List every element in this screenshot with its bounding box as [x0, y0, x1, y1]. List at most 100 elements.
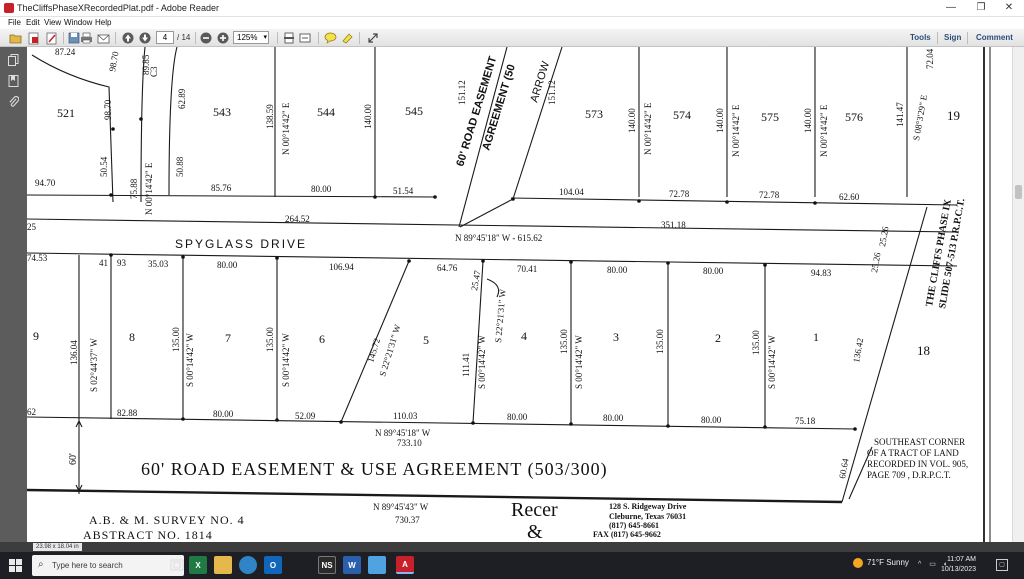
abstract-number: ABSTRACT NO. 1814 [83, 528, 213, 542]
open-icon[interactable] [8, 31, 22, 45]
dimension: 80.00 [507, 412, 528, 422]
previous-page-icon[interactable] [121, 31, 135, 45]
dimension: 111.41 [461, 353, 471, 377]
zoom-select[interactable]: 125% ▾ [233, 31, 269, 44]
fit-page-icon[interactable] [282, 31, 296, 45]
weather-widget[interactable]: 71°F Sunny [853, 558, 909, 568]
dimension: 75.18 [795, 416, 816, 426]
attachments-icon[interactable] [8, 96, 20, 108]
dimension: 82.88 [117, 408, 138, 418]
note-line: RECORDED IN VOL. 905, [867, 459, 968, 469]
outlook-icon[interactable]: O [264, 556, 282, 574]
print-icon[interactable] [79, 31, 93, 45]
dimension: 50.54 [99, 156, 109, 177]
dimension: 80.00 [311, 184, 332, 194]
dimension: 135.00 [559, 329, 569, 354]
ns-app-icon[interactable]: NS [318, 556, 336, 574]
surveyor-name: Recer [511, 499, 558, 521]
dimension: 50.88 [175, 156, 185, 177]
clock[interactable]: 11:07 AM 10/13/2023 [930, 555, 976, 575]
bearing-label: S 00°14'42" W [281, 333, 291, 387]
bearing-label: N 89°45'18" W [375, 428, 431, 438]
close-button[interactable]: ✕ [994, 2, 1024, 15]
dimension: C3 [149, 66, 159, 77]
menu-window[interactable]: Window [64, 18, 92, 27]
document-view[interactable]: 521 543 544 545 573 574 575 576 9 8 7 6 … [27, 47, 1012, 542]
menu-view[interactable]: View [44, 18, 61, 27]
zoom-out-icon[interactable] [199, 31, 213, 45]
dimension: 135.00 [751, 330, 761, 355]
edit-pdf-icon[interactable] [44, 31, 58, 45]
dimension: 87.24 [55, 47, 76, 57]
restore-button[interactable]: ❐ [966, 2, 996, 15]
comment-icon[interactable] [323, 31, 337, 45]
lot-number: 3 [613, 330, 619, 344]
vertical-scrollbar[interactable] [1012, 47, 1024, 542]
menu-file[interactable]: File [8, 18, 21, 27]
lot-number: 545 [405, 104, 423, 118]
surveyor-phone: (817) 645-8661 [609, 521, 659, 530]
fit-width-icon[interactable] [298, 31, 312, 45]
clock-time: 11:07 AM [946, 556, 976, 563]
lot-number: 574 [673, 108, 691, 122]
dimension: 140.00 [803, 108, 813, 133]
status-bar: 23.98 x 18.04 in [0, 542, 1024, 552]
dimension: 135.00 [655, 329, 665, 354]
highlight-icon[interactable] [340, 31, 354, 45]
word-icon[interactable]: W [343, 556, 361, 574]
bearing-label: S 00°14'42" W [185, 333, 195, 387]
bookmarks-icon[interactable] [8, 75, 19, 87]
lot-number: 4 [521, 329, 527, 343]
search-placeholder: Type here to search [52, 561, 123, 570]
bearing-label: N 00°14'42" E [643, 102, 653, 155]
page-thumbnails-icon[interactable] [8, 54, 19, 66]
adobe-reader-taskbar-icon[interactable]: A [396, 556, 414, 574]
dimension: 80.00 [213, 409, 234, 419]
sign-link[interactable]: Sign [944, 33, 961, 42]
plat-drawing: 521 543 544 545 573 574 575 576 9 8 7 6 … [27, 47, 991, 542]
surveyor-fax: FAX (817) 645-9662 [593, 530, 661, 539]
surveyor-address: 128 S. Ridgeway Drive [609, 502, 687, 511]
dimension: 80.00 [607, 265, 628, 275]
dimension: 141.47 [895, 102, 905, 127]
dimension: 136.42 [851, 337, 865, 363]
bearing-label: S 08°3'29" E [911, 93, 929, 141]
bearing-label: N 00°14'42" E [281, 102, 291, 155]
comment-link[interactable]: Comment [976, 33, 1013, 42]
menu-help[interactable]: Help [95, 18, 111, 27]
tools-link[interactable]: Tools [910, 33, 931, 42]
dimension: 138.59 [265, 104, 275, 129]
edge-icon[interactable] [239, 556, 257, 574]
taskbar-search-box[interactable]: ⌕ Type here to search [32, 555, 184, 576]
next-page-icon[interactable] [138, 31, 152, 45]
surveyor-city: Cleburne, Texas 76031 [609, 512, 686, 521]
dimension: 74.53 [27, 253, 48, 263]
dimension: 75.88 [129, 178, 139, 199]
dimension: 135.00 [265, 327, 275, 352]
excel-icon[interactable]: X [189, 556, 207, 574]
minimize-button[interactable]: — [936, 2, 966, 15]
window-title: TheCliffsPhaseXRecordedPlat.pdf - Adobe … [17, 3, 219, 13]
dimension: 25.26 [877, 225, 890, 247]
paint-icon[interactable] [368, 556, 386, 574]
lot-number: 9 [33, 329, 39, 343]
dimension: 151.12 [457, 80, 467, 105]
scrollbar-thumb[interactable] [1015, 185, 1022, 199]
bearing-label: S 00°14'42" W [574, 335, 584, 389]
sunny-icon [853, 558, 863, 568]
dimension: 110.03 [393, 411, 418, 421]
dimension: 264.52 [285, 214, 310, 224]
page-number-input[interactable]: 4 [156, 31, 174, 44]
task-view-icon[interactable] [168, 556, 186, 574]
notification-icon[interactable]: ▢ [996, 559, 1008, 571]
create-pdf-icon[interactable] [26, 31, 40, 45]
bearing-length: 730.37 [395, 515, 420, 525]
windows-start-icon[interactable] [9, 559, 22, 572]
expand-icon[interactable] [366, 31, 380, 45]
email-icon[interactable] [96, 31, 110, 45]
file-explorer-icon[interactable] [214, 556, 232, 574]
dimension: 62.89 [177, 88, 187, 109]
menu-edit[interactable]: Edit [26, 18, 40, 27]
dimension: 151.12 [547, 80, 557, 105]
zoom-in-icon[interactable] [216, 31, 230, 45]
